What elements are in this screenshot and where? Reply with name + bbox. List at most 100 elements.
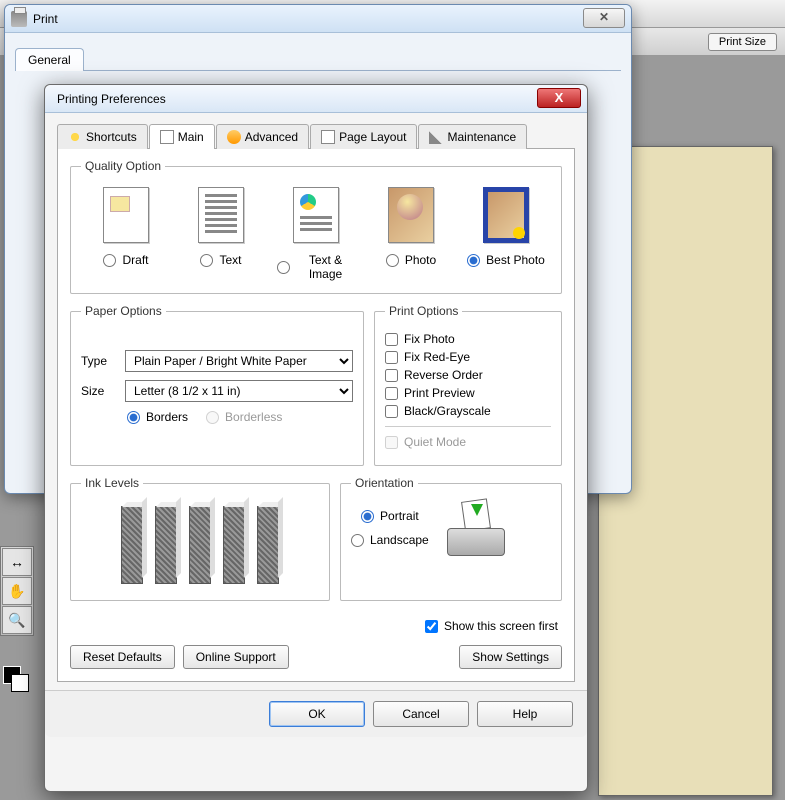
print-size-button[interactable]: Print Size	[708, 33, 777, 51]
main-tab-panel: Quality Option Draft Text Text & Image	[57, 149, 575, 682]
reverse-order-checkbox[interactable]	[385, 369, 398, 382]
show-first-checkbox[interactable]	[425, 620, 438, 633]
draft-thumb-icon	[103, 187, 149, 243]
fix-photo-checkbox[interactable]	[385, 333, 398, 346]
quality-label: Photo	[405, 253, 436, 267]
ink-legend: Ink Levels	[81, 476, 143, 490]
tab-label: Page Layout	[339, 130, 406, 144]
quality-photo[interactable]: Photo	[372, 187, 450, 281]
preferences-tabstrip: Shortcuts Main Advanced Page Layout Main…	[57, 123, 575, 149]
quality-best-photo[interactable]: Best Photo	[467, 187, 545, 281]
quality-legend: Quality Option	[81, 159, 165, 173]
reset-defaults-button[interactable]: Reset Defaults	[70, 645, 175, 669]
tab-label: Shortcuts	[86, 130, 137, 144]
quality-radio-best-photo[interactable]	[467, 254, 480, 267]
quality-label: Text	[219, 253, 241, 267]
ink-bar	[223, 506, 245, 584]
ink-bar	[155, 506, 177, 584]
ink-levels-group: Ink Levels	[70, 476, 330, 601]
online-support-button[interactable]: Online Support	[183, 645, 289, 669]
print-dialog-titlebar[interactable]: Print ✕	[5, 5, 631, 33]
quality-radio-text-image[interactable]	[277, 261, 290, 274]
orientation-group: Orientation Portrait Landscape	[340, 476, 562, 601]
preferences-title: Printing Preferences	[57, 92, 166, 106]
preferences-dialog: Printing Preferences X Shortcuts Main Ad…	[44, 84, 588, 792]
print-preview-checkbox[interactable]	[385, 387, 398, 400]
close-button[interactable]: X	[537, 88, 581, 108]
cancel-button[interactable]: Cancel	[373, 701, 469, 727]
show-settings-button[interactable]: Show Settings	[459, 645, 562, 669]
best-photo-thumb-icon	[483, 187, 529, 243]
quality-radio-draft[interactable]	[103, 254, 116, 267]
fix-redeye-checkbox[interactable]	[385, 351, 398, 364]
ink-bar	[121, 506, 143, 584]
paper-options-group: Paper Options Type Plain Paper / Bright …	[70, 304, 364, 466]
quality-draft[interactable]: Draft	[87, 187, 165, 281]
close-button[interactable]: ✕	[583, 8, 625, 28]
fix-redeye-label: Fix Red-Eye	[404, 350, 470, 364]
show-first-label: Show this screen first	[444, 619, 558, 633]
quality-label: Draft	[122, 253, 148, 267]
star-icon	[68, 130, 82, 144]
divider	[385, 426, 551, 427]
orientation-legend: Orientation	[351, 476, 418, 490]
grayscale-label: Black/Grayscale	[404, 404, 491, 418]
portrait-label: Portrait	[380, 509, 419, 523]
photo-thumb-icon	[388, 187, 434, 243]
tab-general[interactable]: General	[15, 48, 84, 71]
print-options-legend: Print Options	[385, 304, 462, 318]
tab-label: Advanced	[245, 130, 298, 144]
tool-palette: ↔ ✋ 🔍	[0, 546, 34, 636]
quality-label: Text & Image	[296, 253, 355, 281]
grayscale-checkbox[interactable]	[385, 405, 398, 418]
paper-type-label: Type	[81, 354, 117, 368]
borderless-label: Borderless	[225, 410, 282, 424]
tab-label: Maintenance	[447, 130, 516, 144]
borders-radio[interactable]	[127, 411, 140, 424]
landscape-radio[interactable]	[351, 534, 364, 547]
borderless-radio	[206, 411, 219, 424]
tab-page-layout[interactable]: Page Layout	[310, 124, 417, 149]
paper-size-select[interactable]: Letter (8 1/2 x 11 in)	[125, 380, 353, 402]
ok-button[interactable]: OK	[269, 701, 365, 727]
tab-main[interactable]: Main	[149, 124, 215, 149]
tab-shortcuts[interactable]: Shortcuts	[57, 124, 148, 149]
print-tabstrip: General	[15, 47, 621, 71]
quality-text-image[interactable]: Text & Image	[277, 187, 355, 281]
zoom-tool-icon[interactable]: 🔍	[2, 606, 32, 634]
quality-text[interactable]: Text	[182, 187, 260, 281]
ink-bar	[189, 506, 211, 584]
preferences-titlebar[interactable]: Printing Preferences X	[45, 85, 587, 113]
borders-label: Borders	[146, 410, 188, 424]
quality-label: Best Photo	[486, 253, 545, 267]
wrench-icon	[429, 130, 443, 144]
text-image-thumb-icon	[293, 187, 339, 243]
quality-radio-photo[interactable]	[386, 254, 399, 267]
page-icon	[160, 130, 174, 144]
portrait-radio[interactable]	[361, 510, 374, 523]
paper-legend: Paper Options	[81, 304, 166, 318]
quiet-mode-label: Quiet Mode	[404, 435, 466, 449]
paper-size-label: Size	[81, 384, 117, 398]
move-tool-icon[interactable]: ↔	[2, 548, 32, 576]
tab-maintenance[interactable]: Maintenance	[418, 124, 527, 149]
fix-photo-label: Fix Photo	[404, 332, 455, 346]
text-thumb-icon	[198, 187, 244, 243]
printer-orientation-icon	[441, 500, 511, 556]
landscape-label: Landscape	[370, 533, 429, 547]
printer-icon	[11, 11, 27, 27]
reverse-order-label: Reverse Order	[404, 368, 483, 382]
tab-advanced[interactable]: Advanced	[216, 124, 309, 149]
quiet-mode-checkbox	[385, 436, 398, 449]
color-swatches[interactable]	[3, 666, 31, 702]
ink-bar	[257, 506, 279, 584]
paper-type-select[interactable]: Plain Paper / Bright White Paper	[125, 350, 353, 372]
quality-radio-text[interactable]	[200, 254, 213, 267]
quality-option-group: Quality Option Draft Text Text & Image	[70, 159, 562, 294]
print-preview-label: Print Preview	[404, 386, 475, 400]
dialog-button-bar: OK Cancel Help	[45, 690, 587, 737]
print-dialog-title: Print	[33, 12, 58, 26]
help-button[interactable]: Help	[477, 701, 573, 727]
print-options-group: Print Options Fix Photo Fix Red-Eye Reve…	[374, 304, 562, 466]
hand-tool-icon[interactable]: ✋	[2, 577, 32, 605]
